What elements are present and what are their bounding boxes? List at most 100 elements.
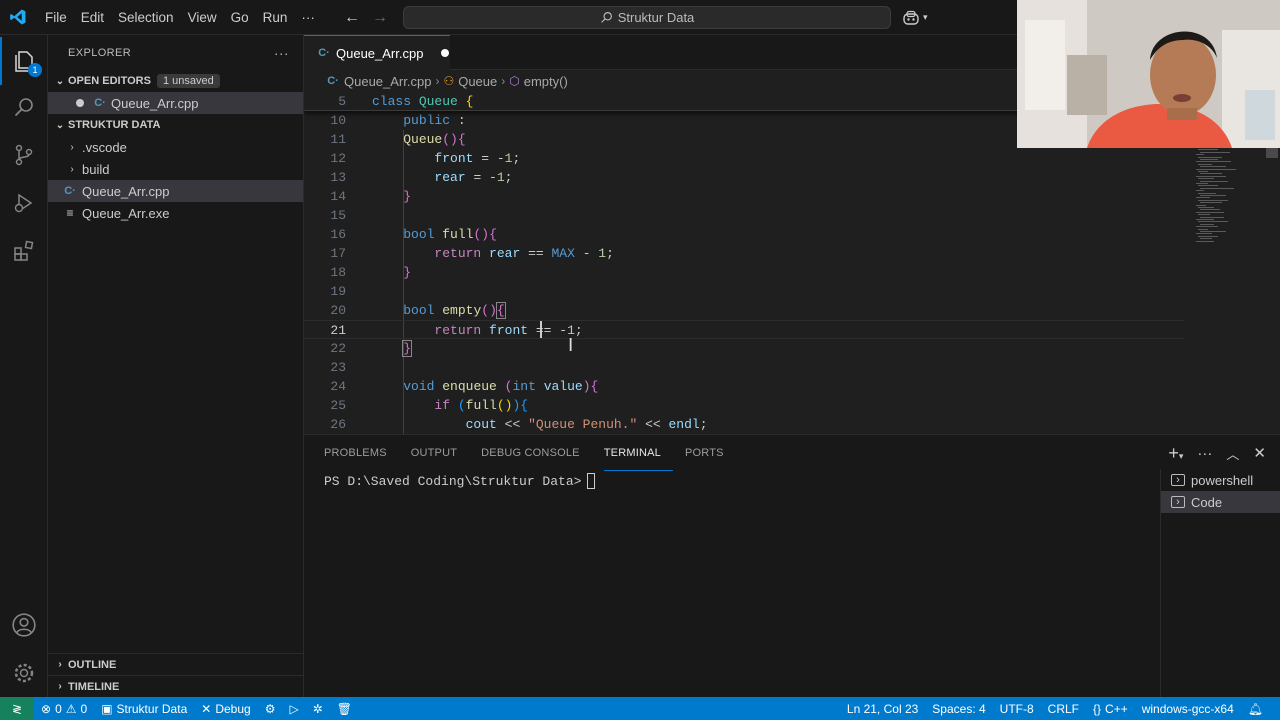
tab-debug-console[interactable]: DEBUG CONSOLE — [481, 435, 592, 471]
cursor-position[interactable]: Ln 21, Col 23 — [840, 697, 925, 720]
search-view-button[interactable] — [0, 83, 48, 131]
editor-scrollbar[interactable] — [1266, 148, 1278, 158]
debug-status[interactable]: ✲ — [306, 697, 330, 720]
code-line[interactable]: 23 — [304, 358, 1184, 377]
menu-edit[interactable]: Edit — [74, 0, 111, 35]
code-text: } — [402, 340, 413, 357]
breadcrumb-file[interactable]: Queue_Arr.cpp — [344, 74, 431, 89]
tree-item-build[interactable]: › build — [48, 158, 303, 180]
forward-arrow-icon[interactable]: → — [372, 9, 388, 27]
code-line[interactable]: 24 void enqueue (int value){ — [304, 377, 1184, 396]
unsaved-dot-icon[interactable] — [76, 99, 84, 107]
clean-status[interactable]: 🗑 — [330, 697, 359, 720]
compiler-config[interactable]: windows-gcc-x64 — [1135, 697, 1241, 720]
code-line[interactable]: 15 — [304, 206, 1184, 225]
new-terminal-icon[interactable]: +▾ — [1168, 443, 1183, 464]
code-line[interactable]: 17 return rear == MAX - 1; — [304, 244, 1184, 263]
tab-terminal[interactable]: TERMINAL — [603, 435, 673, 471]
tree-item-queue-arr-cpp[interactable]: C· Queue_Arr.cpp — [48, 180, 303, 202]
code-line[interactable]: 21 return front == -1; — [304, 320, 1184, 339]
indentation[interactable]: Spaces: 4 — [925, 697, 992, 720]
problems-status[interactable]: ⊗ 0 ⚠ 0 — [34, 697, 94, 720]
code-text: if (full()){ — [434, 398, 529, 413]
terminal-output[interactable]: PS D:\Saved Coding\Struktur Data> — [324, 473, 596, 489]
encoding[interactable]: UTF-8 — [993, 697, 1041, 720]
tree-item-vscode[interactable]: › .vscode — [48, 136, 303, 158]
close-icon[interactable]: ✕ — [1253, 444, 1266, 462]
timeline-section[interactable]: › TIMELINE — [48, 675, 304, 697]
terminal-item-powershell[interactable]: › powershell — [1161, 469, 1280, 491]
code-line[interactable]: 22 } — [304, 339, 1184, 358]
class-symbol-icon: ⚇ — [443, 74, 455, 88]
minimap-line — [1198, 228, 1208, 230]
minimap[interactable] — [1190, 147, 1250, 247]
settings-status[interactable]: ⚙ — [258, 697, 283, 720]
explorer-button[interactable]: 1 — [0, 37, 48, 85]
run-status[interactable]: ▷ — [282, 697, 305, 720]
open-editor-item[interactable]: C· Queue_Arr.cpp — [48, 92, 303, 114]
code-line[interactable]: 12 front = -1; — [304, 149, 1184, 168]
trash-icon: 🗑 — [336, 701, 352, 716]
breadcrumb-class[interactable]: Queue — [458, 74, 497, 89]
code-line[interactable]: 16 bool full(){ — [304, 225, 1184, 244]
minimap-line — [1200, 231, 1226, 232]
outline-label: OUTLINE — [68, 658, 117, 671]
debug-config-status[interactable]: ✕ Debug — [194, 697, 257, 720]
code-line[interactable]: 14 } — [304, 187, 1184, 206]
source-control-button[interactable] — [0, 131, 48, 179]
more-actions-icon[interactable]: ··· — [1197, 445, 1212, 462]
remote-icon: ≷ — [11, 701, 23, 716]
activity-bar: 1 — [0, 35, 48, 697]
code-text: bool full(){ — [403, 227, 497, 242]
folder-section[interactable]: ⌄ STRUKTUR DATA — [48, 114, 303, 136]
minimap-line — [1200, 159, 1218, 160]
minimap-line — [1200, 187, 1234, 189]
code-text: } — [403, 265, 412, 280]
menu-more[interactable]: ··· — [294, 0, 322, 35]
remote-indicator[interactable]: ≷ — [0, 697, 34, 720]
menu-run[interactable]: Run — [256, 0, 295, 35]
maximize-panel-icon[interactable]: ︿ — [1226, 444, 1239, 463]
language-mode[interactable]: {} C++ — [1086, 697, 1135, 720]
error-count: 0 — [55, 701, 62, 716]
tab-output[interactable]: OUTPUT — [411, 435, 469, 471]
code-line[interactable]: 19 — [304, 282, 1184, 301]
code-line[interactable]: 13 rear = -1; — [304, 168, 1184, 187]
menu-file[interactable]: File — [38, 0, 74, 35]
vscode-logo-icon — [0, 0, 36, 35]
manage-button[interactable] — [0, 649, 48, 697]
minimap-line — [1196, 219, 1214, 220]
open-editors-label: OPEN EDITORS — [68, 75, 151, 87]
open-editors-section[interactable]: ⌄ OPEN EDITORS 1 unsaved — [48, 70, 303, 92]
terminal-item-code[interactable]: › Code — [1161, 491, 1280, 513]
menu-view[interactable]: View — [181, 0, 224, 35]
minimap-line — [1200, 195, 1226, 196]
tab-ports[interactable]: PORTS — [685, 435, 736, 471]
cpp-file-icon: C· — [318, 47, 330, 59]
menu-selection[interactable]: Selection — [111, 0, 181, 35]
code-line[interactable]: 26 cout << "Queue Penuh." << endl; — [304, 415, 1184, 434]
code-line[interactable]: 18 } — [304, 263, 1184, 282]
code-line[interactable]: 20 bool empty(){ — [304, 301, 1184, 320]
tab-queue-arr-cpp[interactable]: C· Queue_Arr.cpp — [304, 35, 450, 70]
end-of-line[interactable]: CRLF — [1041, 697, 1086, 720]
chevron-right-icon: › — [58, 659, 62, 670]
unsaved-dot-icon[interactable] — [441, 49, 450, 57]
tab-problems[interactable]: PROBLEMS — [324, 435, 399, 471]
search-icon — [600, 12, 612, 23]
copilot-button[interactable]: ▾ — [902, 0, 928, 35]
tools-icon: ✕ — [201, 701, 212, 716]
more-actions-icon[interactable]: ··· — [274, 45, 289, 61]
cmake-project-status[interactable]: ▣ Struktur Data — [94, 697, 194, 720]
tree-item-queue-arr-exe[interactable]: ≡ Queue_Arr.exe — [48, 202, 303, 224]
run-debug-button[interactable] — [0, 179, 48, 227]
breadcrumb-method[interactable]: empty() — [524, 74, 568, 89]
command-center-search[interactable]: Struktur Data — [403, 6, 891, 29]
menu-go[interactable]: Go — [224, 0, 256, 35]
notifications-bell[interactable]: 🔔︎ — [1241, 697, 1270, 720]
outline-section[interactable]: › OUTLINE — [48, 653, 304, 675]
extensions-button[interactable] — [0, 227, 48, 275]
code-line[interactable]: 25 if (full()){ — [304, 396, 1184, 415]
accounts-button[interactable] — [0, 601, 48, 649]
back-arrow-icon[interactable]: ← — [344, 9, 360, 27]
